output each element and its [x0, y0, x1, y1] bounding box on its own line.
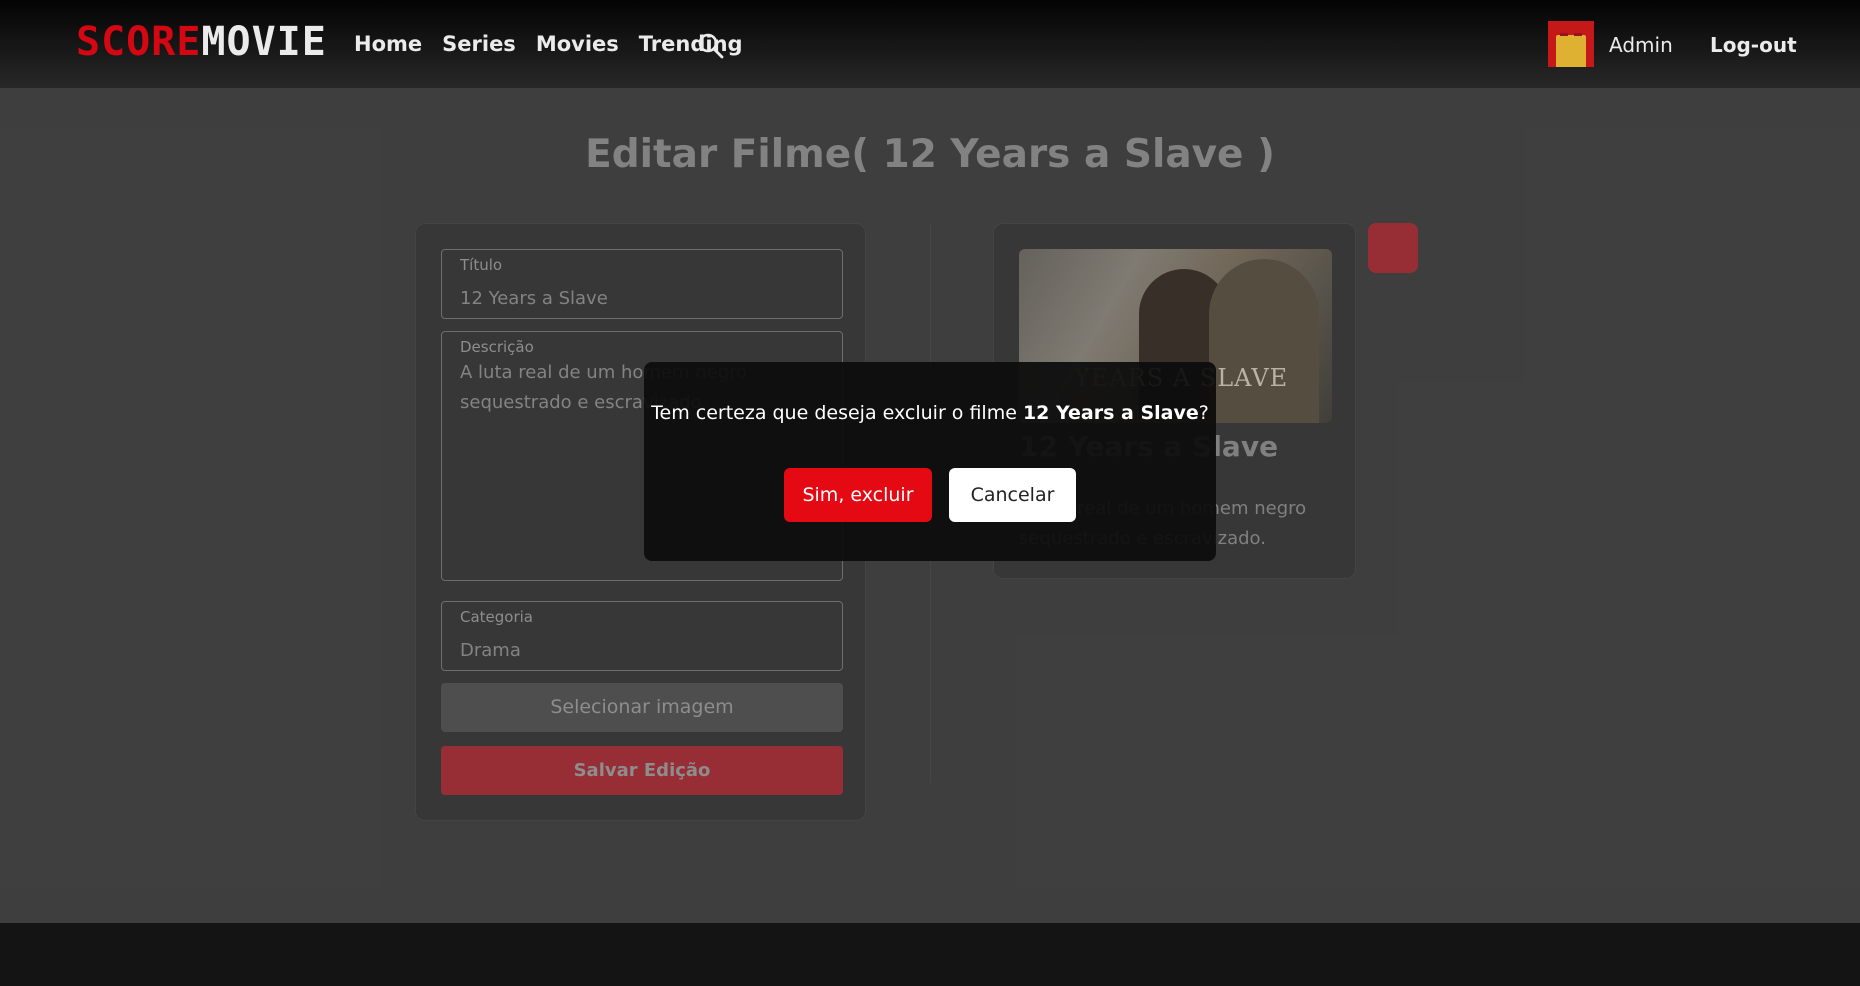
modal-message-suffix: ?	[1198, 402, 1209, 424]
footer	[0, 923, 1860, 986]
confirm-delete-button[interactable]: Sim, excluir	[784, 468, 932, 522]
modal-movie-name: 12 Years a Slave	[1022, 402, 1199, 424]
modal-message: Tem certeza que deseja excluir o filme 1…	[644, 402, 1216, 424]
modal-message-prefix: Tem certeza que deseja excluir o filme	[651, 402, 1023, 424]
cancel-button[interactable]: Cancelar	[949, 468, 1076, 522]
delete-confirm-modal: Tem certeza que deseja excluir o filme 1…	[644, 362, 1216, 561]
